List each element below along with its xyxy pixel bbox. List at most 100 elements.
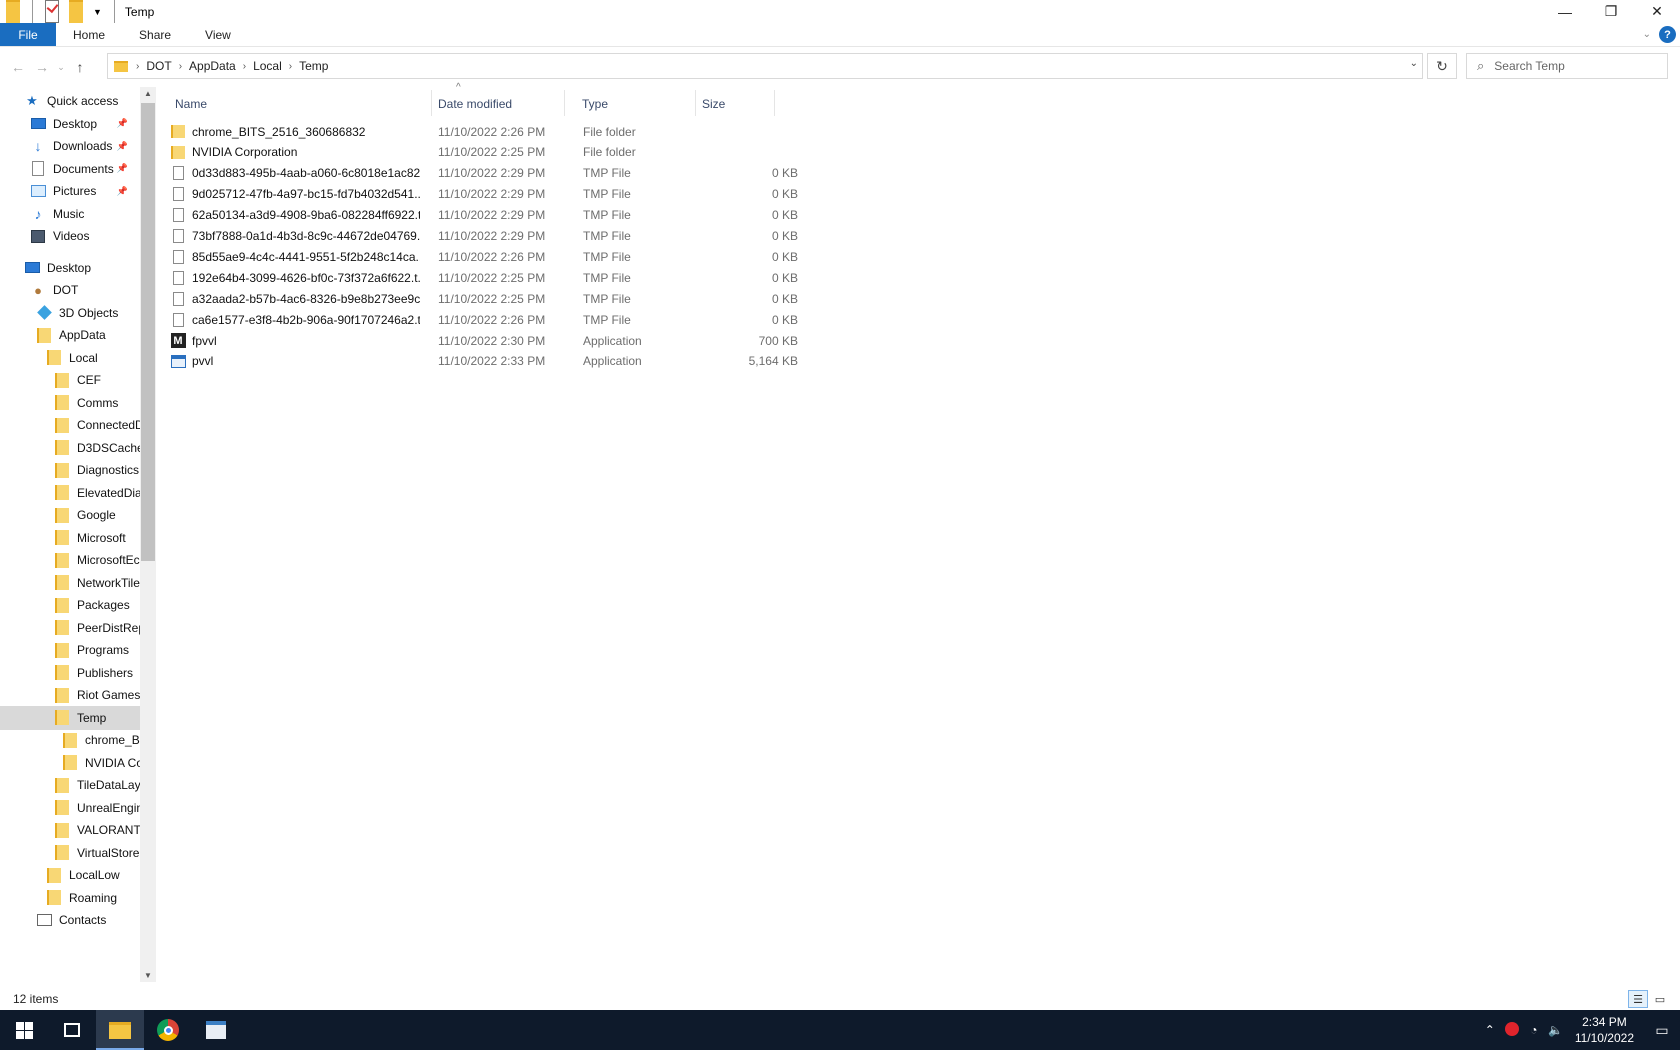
taskbar-app[interactable] — [192, 1010, 240, 1050]
chevron-right-icon[interactable]: › — [136, 61, 139, 72]
sidebar-item-programs[interactable]: Programs — [0, 638, 140, 662]
column-divider[interactable] — [695, 90, 696, 116]
column-divider[interactable] — [774, 90, 775, 116]
sidebar-item-peerdistrep[interactable]: PeerDistRep — [0, 616, 140, 640]
sidebar-item-comms[interactable]: Comms — [0, 391, 140, 415]
navigation-scrollbar[interactable]: ▲ ▼ — [140, 87, 156, 982]
sidebar-item-quick-access[interactable]: ★ Quick access — [0, 89, 140, 113]
sidebar-item-cef[interactable]: CEF — [0, 368, 140, 392]
breadcrumb-temp[interactable]: Temp — [299, 59, 328, 73]
sidebar-item-3d-objects[interactable]: 3D Objects — [0, 301, 140, 325]
search-input[interactable] — [1494, 59, 1655, 73]
task-view-button[interactable] — [48, 1010, 96, 1050]
pin-icon[interactable]: 📌 — [117, 163, 128, 174]
back-arrow-icon[interactable]: ← — [6, 59, 30, 75]
chevron-right-icon[interactable]: › — [289, 61, 292, 72]
scrollbar-thumb[interactable] — [141, 103, 155, 561]
sidebar-item-dot[interactable]: ● DOT — [0, 278, 140, 302]
column-header-size[interactable]: Size — [702, 92, 762, 116]
sidebar-item-appdata[interactable]: AppData — [0, 323, 140, 347]
table-row[interactable]: Mfpvvl 11/10/2022 2:30 PM Application 700 K… — [170, 330, 936, 351]
properties-icon[interactable] — [39, 0, 65, 23]
close-button[interactable]: ✕ — [1634, 0, 1680, 23]
sidebar-item-nvidia-co[interactable]: NVIDIA Co — [0, 751, 140, 775]
recent-locations-icon[interactable]: ⌄ — [54, 62, 68, 73]
sidebar-item-locallow[interactable]: LocalLow — [0, 863, 140, 887]
chevron-right-icon[interactable]: › — [179, 61, 182, 72]
new-folder-icon[interactable] — [65, 0, 87, 23]
scroll-up-icon[interactable]: ▲ — [140, 89, 156, 98]
start-button[interactable] — [0, 1010, 48, 1050]
column-divider[interactable] — [564, 90, 565, 116]
pin-icon[interactable]: 📌 — [117, 186, 128, 197]
search-box[interactable]: ⌕ — [1466, 53, 1668, 79]
sidebar-item-elevateddia[interactable]: ElevatedDia — [0, 481, 140, 505]
chevron-right-icon[interactable]: › — [243, 61, 246, 72]
expand-ribbon-icon[interactable]: ⌄ — [1643, 29, 1651, 40]
sidebar-item-desktop[interactable]: Desktop 📌 — [0, 112, 140, 136]
tab-home[interactable]: Home — [56, 23, 122, 46]
refresh-button[interactable]: ↻ — [1427, 53, 1457, 79]
table-row[interactable]: 73bf7888-0a1d-4b3d-8c9c-44672de04769....… — [170, 226, 936, 247]
table-row[interactable]: 85d55ae9-4c4c-4441-9551-5f2b248c14ca....… — [170, 246, 936, 267]
clock[interactable]: 2:34 PM 11/10/2022 — [1575, 1014, 1634, 1046]
sidebar-item-chrome-b[interactable]: chrome_B — [0, 728, 140, 752]
sidebar-item-temp[interactable]: Temp — [0, 705, 140, 730]
help-icon[interactable]: ? — [1659, 26, 1676, 43]
sidebar-item-microsoftec[interactable]: MicrosoftEc — [0, 548, 140, 572]
table-row[interactable]: a32aada2-b57b-4ac6-8326-b9e8b273ee9c....… — [170, 288, 936, 309]
column-divider[interactable] — [431, 90, 432, 116]
table-row[interactable]: 192e64b4-3099-4626-bf0c-73f372a6f622.t..… — [170, 267, 936, 288]
minimize-button[interactable]: — — [1542, 0, 1588, 23]
sidebar-item-videos[interactable]: Videos — [0, 224, 140, 248]
tab-share[interactable]: Share — [122, 23, 188, 46]
sidebar-item-tiledatalaye[interactable]: TileDataLaye — [0, 773, 140, 797]
sidebar-item-contacts[interactable]: Contacts — [0, 908, 140, 932]
column-header-date[interactable]: Date modified — [438, 92, 558, 116]
tab-view[interactable]: View — [188, 23, 248, 46]
table-row[interactable]: 9d025712-47fb-4a97-bc15-fd7b4032d541....… — [170, 184, 936, 205]
tray-app-icon[interactable] — [1501, 1021, 1523, 1039]
pin-icon[interactable]: 📌 — [117, 118, 128, 129]
customize-toolbar-icon[interactable]: ▼ — [93, 0, 102, 23]
address-bar[interactable]: › DOT › AppData › Local › Temp ⌄ — [107, 53, 1423, 79]
up-arrow-icon[interactable]: ↑ — [68, 59, 92, 75]
sidebar-item-diagnostics[interactable]: Diagnostics — [0, 458, 140, 482]
chevron-down-icon[interactable]: ⌄ — [1410, 58, 1418, 69]
sidebar-item-networktile[interactable]: NetworkTile — [0, 571, 140, 595]
large-icons-view-button[interactable]: ▭ — [1650, 990, 1670, 1008]
notifications-icon[interactable]: ▭ — [1644, 1022, 1680, 1039]
breadcrumb-local[interactable]: Local — [253, 59, 282, 73]
forward-arrow-icon[interactable]: → — [30, 59, 54, 75]
taskbar-chrome[interactable] — [144, 1010, 192, 1050]
column-header-type[interactable]: Type — [582, 92, 682, 116]
sidebar-item-local[interactable]: Local — [0, 346, 140, 370]
sidebar-item-virtualstore[interactable]: VirtualStore — [0, 841, 140, 865]
sidebar-item-riot-games[interactable]: Riot Games — [0, 683, 140, 707]
restore-button[interactable]: ❐ — [1588, 0, 1634, 23]
pin-icon[interactable]: 📌 — [117, 141, 128, 152]
scroll-down-icon[interactable]: ▼ — [140, 971, 156, 980]
sidebar-item-unrealengin[interactable]: UnrealEngin — [0, 796, 140, 820]
sidebar-item-documents[interactable]: Documents 📌 — [0, 157, 140, 181]
breadcrumb-appdata[interactable]: AppData — [189, 59, 236, 73]
table-row[interactable]: ca6e1577-e3f8-4b2b-906a-90f1707246a2.t..… — [170, 309, 936, 330]
table-row[interactable]: pvvl 11/10/2022 2:33 PM Application 5,164 K… — [170, 351, 936, 372]
table-row[interactable]: 0d33d883-495b-4aab-a060-6c8018e1ac82... 1… — [170, 163, 936, 184]
column-header-name[interactable]: Name — [175, 92, 405, 116]
sidebar-item-desktop[interactable]: Desktop — [0, 256, 140, 280]
tab-file[interactable]: File — [0, 23, 56, 46]
table-row[interactable]: NVIDIA Corporation 11/10/2022 2:25 PM File… — [170, 142, 936, 163]
breadcrumb-dot[interactable]: DOT — [146, 59, 171, 73]
table-row[interactable]: 62a50134-a3d9-4908-9ba6-082284ff6922.t..… — [170, 205, 936, 226]
sidebar-item-music[interactable]: ♪ Music — [0, 202, 140, 226]
sidebar-item-d3dscache[interactable]: D3DSCache — [0, 436, 140, 460]
sidebar-item-packages[interactable]: Packages — [0, 593, 140, 617]
sidebar-item-publishers[interactable]: Publishers — [0, 661, 140, 685]
details-view-button[interactable]: ☰ — [1628, 990, 1648, 1008]
sidebar-item-google[interactable]: Google — [0, 503, 140, 527]
volume-icon[interactable]: 🔈 — [1545, 1023, 1567, 1037]
sidebar-item-connectedd[interactable]: ConnectedD — [0, 413, 140, 437]
table-row[interactable]: chrome_BITS_2516_360686832 11/10/2022 2:2… — [170, 121, 936, 142]
sidebar-item-downloads[interactable]: ↓ Downloads 📌 — [0, 134, 140, 158]
